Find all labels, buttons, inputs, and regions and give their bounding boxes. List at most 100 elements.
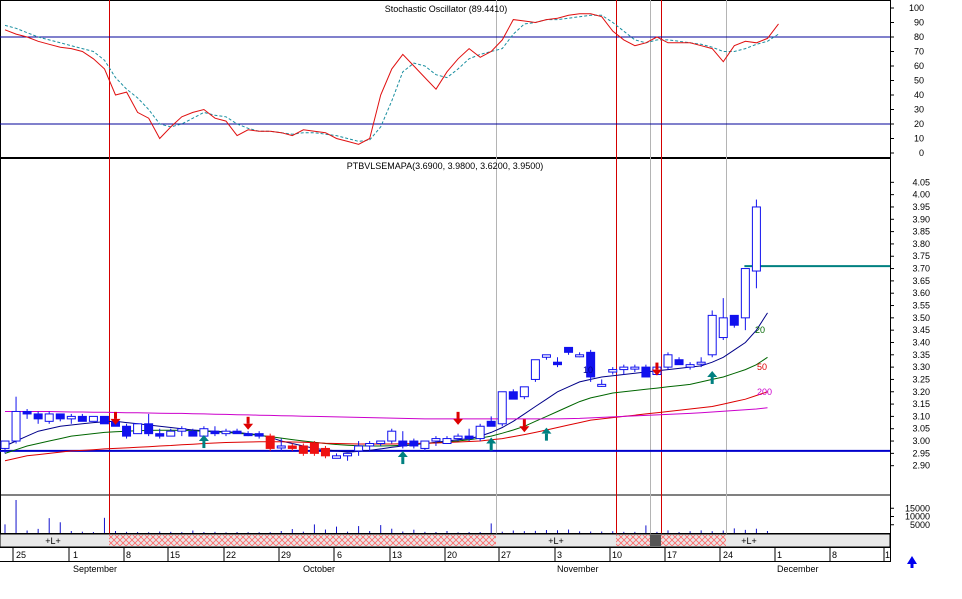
candle-body <box>530 359 540 380</box>
candle-body <box>409 440 419 447</box>
candle-body <box>276 445 286 449</box>
month-label: October <box>303 564 335 574</box>
signal-arrows <box>110 362 718 465</box>
candle-body <box>144 423 154 435</box>
candle-body <box>22 410 32 415</box>
candle-body <box>575 354 585 358</box>
timeline-hatch-3 <box>661 535 726 546</box>
day-label: 25 <box>16 550 26 560</box>
chart-canvas: 0 10 20 30 40 50 60 70 80 90 100 2.90 2.95 3.00 3.05 3.… <box>0 0 930 574</box>
day-label: 1 <box>777 550 782 560</box>
buy-arrow-shaft <box>710 376 714 384</box>
stochastic-title: Stochastic Oscillator (89.4410) <box>385 4 508 14</box>
buy-arrow-shaft <box>401 457 405 465</box>
price-tick-label: 3.30 <box>912 362 930 372</box>
ma10-label: 10 <box>583 365 593 375</box>
stochastic-tick-label: 0 <box>919 148 924 158</box>
stochastic-tick-label: 90 <box>914 18 924 28</box>
stochastic-tick-label: 40 <box>914 90 924 100</box>
sell-arrow-shaft <box>246 416 250 424</box>
time-markers <box>109 0 727 547</box>
candle-body <box>553 361 562 366</box>
y-axes: 0 10 20 30 40 50 60 70 80 90 100 2.90 2.95 3.00 3.05 3.… <box>890 3 930 530</box>
candle-body <box>431 438 441 442</box>
price-title: PTBVLSEMAPA(3.6900, 3.9800, 3.6200, 3.95… <box>347 161 543 171</box>
price-tick-label: 4.00 <box>912 190 930 200</box>
candle-body <box>77 415 87 422</box>
price-tick-label: 3.80 <box>912 239 930 249</box>
price-tick-label: 3.00 <box>912 436 930 446</box>
candle-body <box>66 415 76 420</box>
candle-body <box>486 420 496 427</box>
price-tick-label: 3.50 <box>912 313 930 323</box>
stochastic-tick-label: 60 <box>914 61 924 71</box>
day-label: 22 <box>226 550 236 560</box>
candle-body <box>387 430 397 442</box>
candle-body <box>232 430 242 435</box>
up-arrow-head <box>907 556 917 564</box>
timeline-tag: +L+ <box>548 536 564 546</box>
candle-body <box>508 391 518 400</box>
candle-body <box>210 430 220 435</box>
candle-body <box>199 428 209 437</box>
price-tick-label: 2.95 <box>912 448 930 458</box>
candle-body <box>287 445 297 449</box>
volume-tick-label: 15000 <box>905 503 930 513</box>
month-label: December <box>777 564 819 574</box>
candle-body <box>707 314 717 356</box>
price-tick-label: 3.45 <box>912 325 930 335</box>
price-tick-label: 3.75 <box>912 251 930 261</box>
day-label: 8 <box>126 550 131 560</box>
candle-body <box>265 435 275 449</box>
candle-body <box>740 268 750 319</box>
day-label: 10 <box>612 550 622 560</box>
candle-body <box>254 433 264 437</box>
candle-body <box>166 430 176 437</box>
candle-body <box>376 440 386 445</box>
buy-arrow <box>707 370 718 377</box>
candle-body <box>320 447 330 457</box>
sell-arrow-shaft <box>456 411 460 419</box>
day-label: 1 <box>885 550 890 560</box>
candle-body <box>177 428 187 432</box>
candle-body <box>44 413 54 422</box>
candle-body <box>442 438 452 445</box>
candle-body <box>0 440 10 449</box>
candle-body <box>464 435 474 440</box>
stochastic-panel-frame <box>0 0 891 158</box>
price-tick-label: 3.70 <box>912 264 930 274</box>
candle-body <box>564 346 574 353</box>
sell-arrow <box>519 426 530 433</box>
candle-body <box>122 425 132 437</box>
timeline-strip: +L+ +L+ +L+ <box>0 533 891 548</box>
price-tick-label: 3.25 <box>912 374 930 384</box>
timeline-hatch-1 <box>109 535 496 546</box>
price-tick-label: 3.65 <box>912 276 930 286</box>
timeline-block <box>650 535 661 546</box>
price-tick-label: 2.90 <box>912 461 930 471</box>
candle-body <box>33 413 43 420</box>
price-tick-label: 3.85 <box>912 227 930 237</box>
stochastic-tick-label: 100 <box>909 3 924 13</box>
stochastic-plot <box>4 13 779 145</box>
candle-body <box>243 433 253 437</box>
price-tick-label: 3.35 <box>912 350 930 360</box>
candle-body <box>11 410 21 442</box>
day-label: 29 <box>281 550 291 560</box>
price-tick-label: 3.95 <box>912 202 930 212</box>
candle-body <box>541 354 551 358</box>
up-arrow-icon[interactable] <box>907 556 917 568</box>
candle-body <box>155 433 165 437</box>
candle-body <box>608 369 618 373</box>
date-axis: 25 1 8 15 22 29 6 13 20 27 3 10 17 24 1 … <box>0 547 890 574</box>
timeline-hatch-2 <box>616 535 650 546</box>
sell-arrow-shaft <box>522 419 526 427</box>
stochastic-tick-label: 20 <box>914 119 924 129</box>
price-tick-label: 3.10 <box>912 411 930 421</box>
candle-body <box>619 366 629 371</box>
volume-bars <box>4 500 768 533</box>
day-label: 20 <box>447 550 457 560</box>
candle-body <box>453 435 463 440</box>
candle-body <box>751 206 761 272</box>
day-label: 24 <box>723 550 733 560</box>
